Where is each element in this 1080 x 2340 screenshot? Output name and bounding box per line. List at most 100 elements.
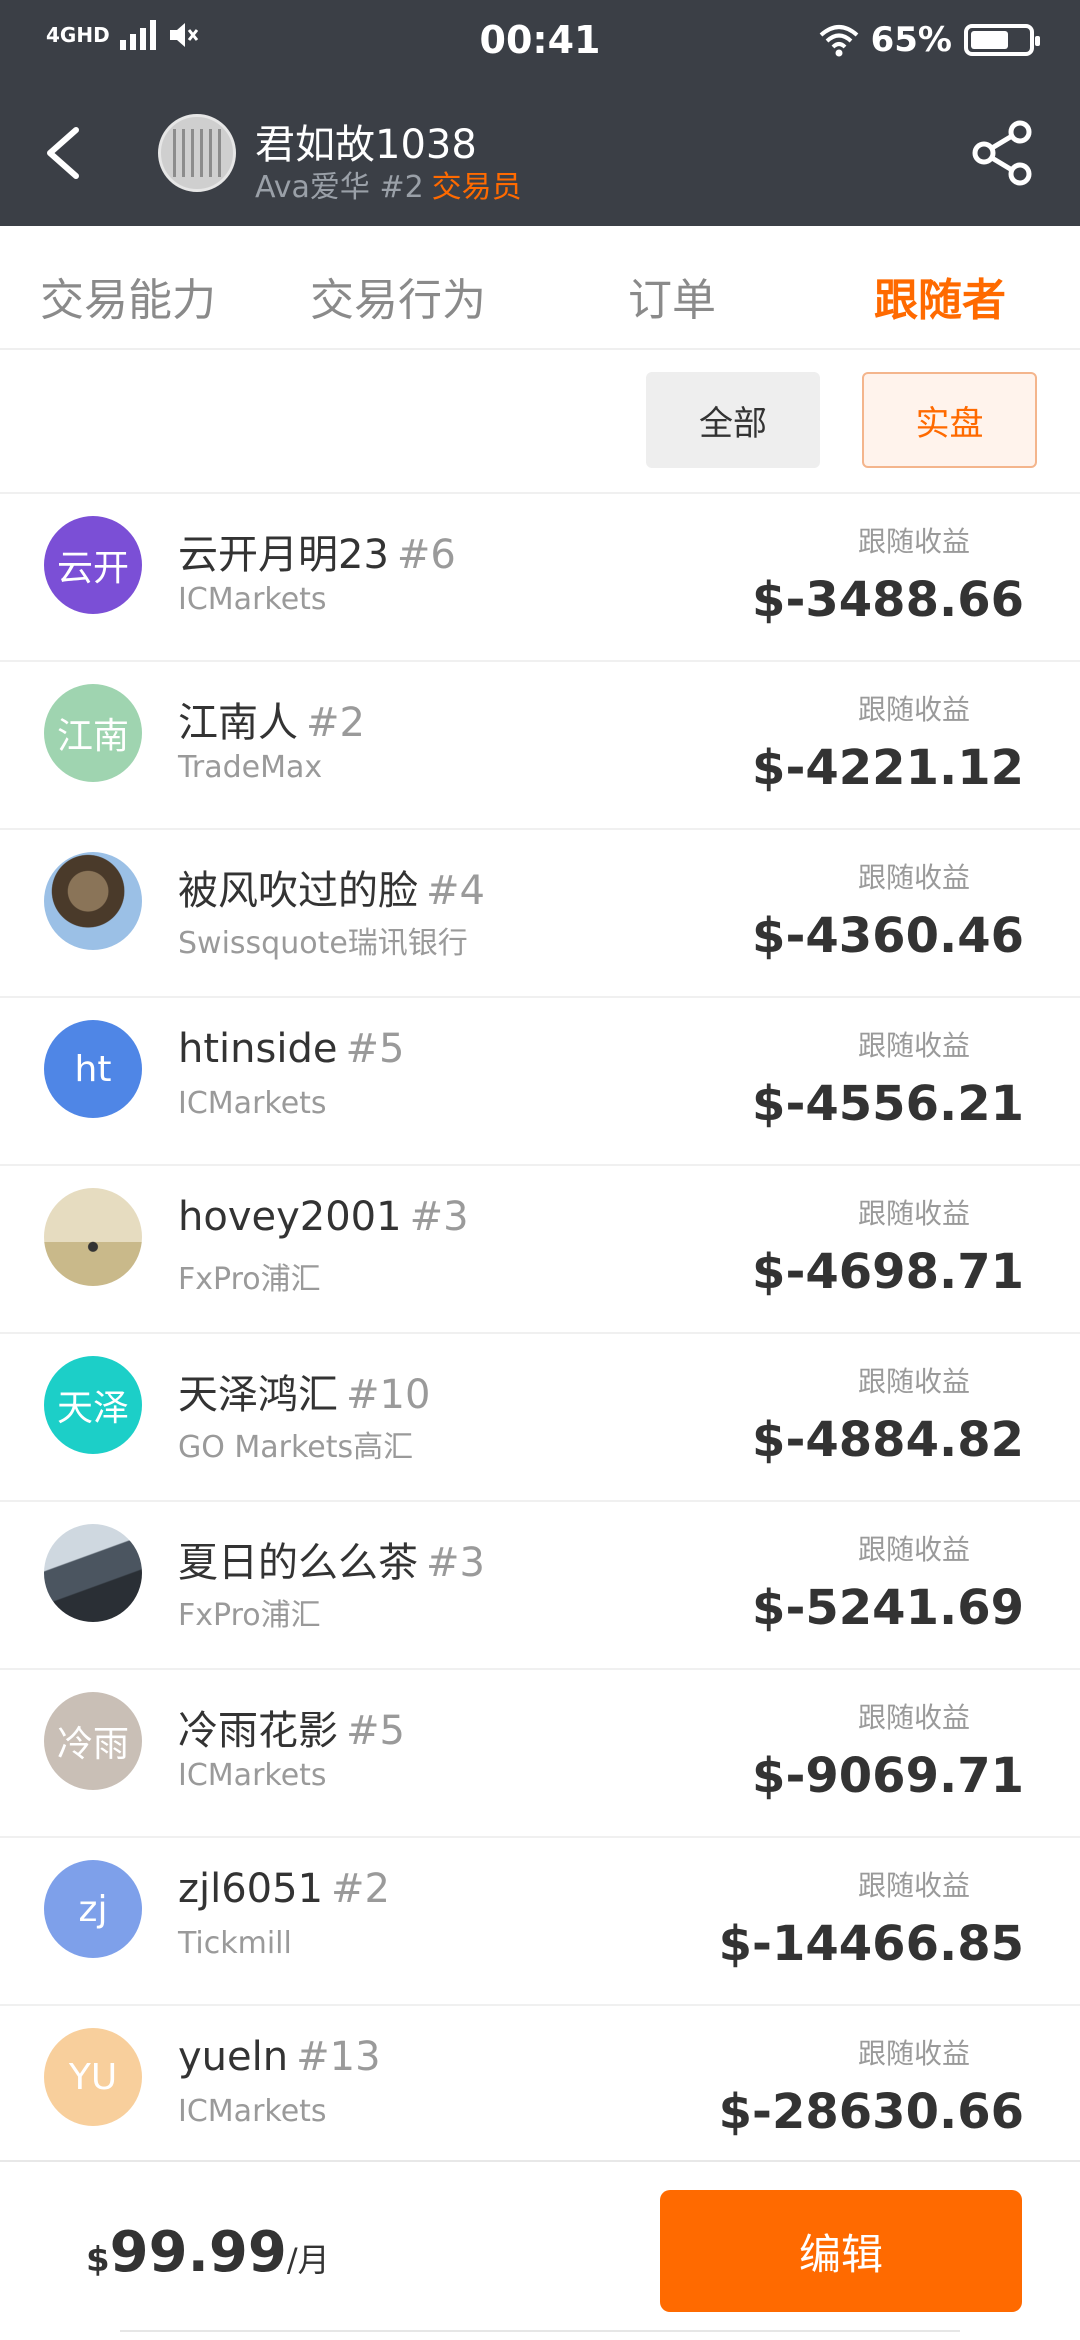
- follower-rank: #2: [306, 700, 365, 746]
- follower-broker: ICMarkets: [178, 2094, 327, 2129]
- follower-avatar: 冷雨: [44, 1692, 142, 1790]
- follower-rank: #5: [346, 1708, 405, 1754]
- tab-trading-ability[interactable]: 交易能力: [40, 264, 216, 328]
- profit-label: 跟随收益: [857, 1533, 970, 1566]
- price-value: 99.99: [109, 2220, 287, 2285]
- follower-broker: FxPro浦汇: [178, 1262, 321, 1297]
- divider: [120, 2330, 960, 2340]
- profit-label: 跟随收益: [857, 693, 970, 726]
- follower-name-line: 天泽鸿汇 #10: [178, 1362, 430, 1420]
- follower-avatar: 江南: [44, 684, 142, 782]
- battery-percent: 65%: [870, 20, 952, 60]
- chevron-left-icon[interactable]: [36, 118, 96, 188]
- follower-name-line: 云开月明23 #6: [178, 522, 456, 580]
- follower-row[interactable]: 江南 江南人 #2 TradeMax 跟随收益 $-4221.12: [0, 660, 1080, 828]
- follower-broker: TradeMax: [178, 750, 323, 785]
- follower-avatar: YU: [44, 2028, 142, 2126]
- profit-label: 跟随收益: [857, 2037, 970, 2070]
- trader-avatar[interactable]: [158, 114, 236, 192]
- profit-label: 跟随收益: [857, 1197, 970, 1230]
- follower-name-line: hovey2001 #3: [178, 1194, 469, 1240]
- follower-name-line: 被风吹过的脸 #4: [178, 858, 485, 916]
- profit-value: $-5241.69: [752, 1580, 1024, 1636]
- profit-label: 跟随收益: [857, 1869, 970, 1902]
- follower-row[interactable]: 夏日的么么茶 #3 FxPro浦汇 跟随收益 $-5241.69: [0, 1500, 1080, 1668]
- profit-value: $-3488.66: [752, 572, 1024, 628]
- follower-name: 天泽鸿汇: [178, 1372, 338, 1418]
- follower-avatar: 云开: [44, 516, 142, 614]
- follower-broker: ICMarkets: [178, 1086, 327, 1121]
- follower-row[interactable]: 天泽 天泽鸿汇 #10 GO Markets高汇 跟随收益 $-4884.82: [0, 1332, 1080, 1500]
- follower-avatar: zj: [44, 1860, 142, 1958]
- price-unit: /月: [286, 2241, 330, 2279]
- follower-broker: Tickmill: [178, 1926, 292, 1961]
- follower-row[interactable]: YU yueln #13 ICMarkets 跟随收益 $-28630.66: [0, 2004, 1080, 2172]
- tab-trading-behavior[interactable]: 交易行为: [310, 264, 486, 328]
- profit-value: $-4556.21: [752, 1076, 1024, 1132]
- profit-label: 跟随收益: [857, 861, 970, 894]
- profit-label: 跟随收益: [857, 525, 970, 558]
- follower-row[interactable]: hovey2001 #3 FxPro浦汇 跟随收益 $-4698.71: [0, 1164, 1080, 1332]
- follower-name: yueln: [178, 2034, 289, 2080]
- follower-broker: Swissquote瑞讯银行: [178, 926, 468, 961]
- follower-avatar: [44, 1524, 142, 1622]
- follower-name: 云开月明23: [178, 532, 389, 578]
- follower-row[interactable]: ht htinside #5 ICMarkets 跟随收益 $-4556.21: [0, 996, 1080, 1164]
- follower-name: 冷雨花影: [178, 1708, 338, 1754]
- follower-avatar: 天泽: [44, 1356, 142, 1454]
- edit-button[interactable]: 编辑: [660, 2190, 1022, 2312]
- follower-name-line: 冷雨花影 #5: [178, 1698, 405, 1756]
- follower-broker: ICMarkets: [178, 1758, 327, 1793]
- tab-followers[interactable]: 跟随者: [874, 264, 1006, 328]
- follower-rank: #13: [296, 2034, 381, 2080]
- filter-all-button[interactable]: 全部: [646, 372, 820, 468]
- tab-orders[interactable]: 订单: [628, 264, 716, 328]
- follower-name: hovey2001: [178, 1194, 402, 1240]
- profit-label: 跟随收益: [857, 1365, 970, 1398]
- follower-rank: #3: [409, 1194, 469, 1240]
- follower-rank: #3: [426, 1540, 485, 1586]
- follower-rank: #6: [396, 532, 456, 578]
- follower-avatar: [44, 1188, 142, 1286]
- trader-sub-name: Ava爱华 #2: [255, 170, 424, 205]
- profit-value: $-4360.46: [752, 908, 1024, 964]
- follower-name-line: yueln #13: [178, 2034, 381, 2080]
- battery-icon: [964, 24, 1040, 56]
- share-icon[interactable]: [970, 118, 1040, 188]
- profit-label: 跟随收益: [857, 1701, 970, 1734]
- follower-name-line: zjl6051 #2: [178, 1866, 390, 1912]
- trader-role: 交易员: [431, 170, 522, 205]
- profit-value: $-4884.82: [752, 1412, 1024, 1468]
- profit-value: $-4698.71: [752, 1244, 1024, 1300]
- profit-value: $-9069.71: [752, 1748, 1024, 1804]
- system-status: 65%: [819, 20, 1040, 60]
- follower-name-line: htinside #5: [178, 1026, 404, 1072]
- filter-bar: 全部 实盘: [0, 352, 1080, 492]
- follower-rank: #4: [426, 868, 485, 914]
- follower-name-line: 夏日的么么茶 #3: [178, 1530, 485, 1588]
- follower-row[interactable]: 云开 云开月明23 #6 ICMarkets 跟随收益 $-3488.66: [0, 492, 1080, 660]
- follower-rank: #10: [346, 1372, 431, 1418]
- follower-broker: ICMarkets: [178, 582, 327, 617]
- nav-bar: 君如故1038 Ava爱华 #2 交易员: [0, 100, 1080, 210]
- follower-row[interactable]: zj zjl6051 #2 Tickmill 跟随收益 $-14466.85: [0, 1836, 1080, 2004]
- trader-subtitle: Ava爱华 #2 交易员: [255, 162, 522, 206]
- filter-real-button[interactable]: 实盘: [862, 372, 1037, 468]
- follower-avatar: ht: [44, 1020, 142, 1118]
- follower-rank: #2: [331, 1866, 390, 1912]
- status-bar: 4GHD 00:41 65%: [0, 0, 1080, 84]
- wifi-icon: [819, 25, 858, 57]
- follower-name: htinside: [178, 1026, 338, 1072]
- follower-name: 被风吹过的脸: [178, 868, 418, 914]
- follower-broker: FxPro浦汇: [178, 1598, 321, 1633]
- follower-row[interactable]: 被风吹过的脸 #4 Swissquote瑞讯银行 跟随收益 $-4360.46: [0, 828, 1080, 996]
- bottom-bar: $99.99/月 编辑: [0, 2160, 1080, 2340]
- follower-row[interactable]: 冷雨 冷雨花影 #5 ICMarkets 跟随收益 $-9069.71: [0, 1668, 1080, 1836]
- follower-name: 江南人: [178, 700, 298, 746]
- follower-name-line: 江南人 #2: [178, 690, 365, 748]
- follower-list: 云开 云开月明23 #6 ICMarkets 跟随收益 $-3488.66 江南 江南人 #2 T…: [0, 492, 1080, 2172]
- tab-bar: 交易能力 交易行为 订单 跟随者: [0, 236, 1080, 350]
- follower-name: 夏日的么么茶: [178, 1540, 418, 1586]
- profit-value: $-14466.85: [718, 1916, 1024, 1972]
- profit-value: $-4221.12: [752, 740, 1024, 796]
